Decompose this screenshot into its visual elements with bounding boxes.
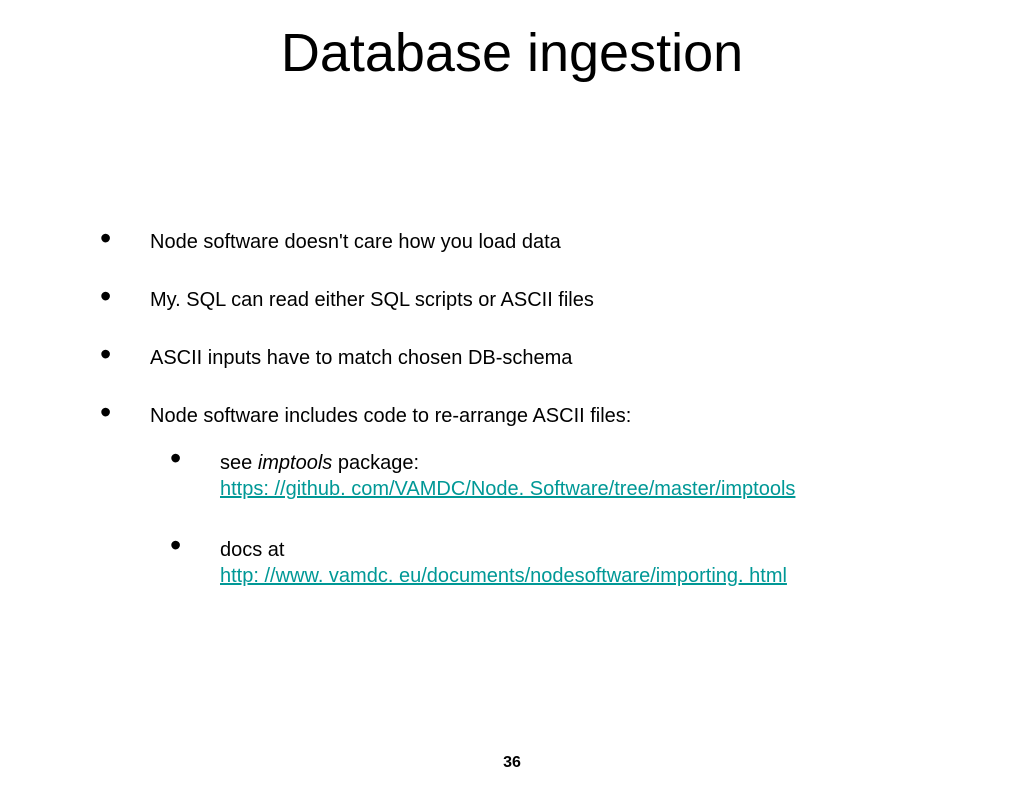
bullet-text: Node software doesn't care how you load …	[150, 227, 561, 255]
slide-title: Database ingestion	[0, 22, 1024, 84]
sub-bullet-item: • see imptools package: https: //github.…	[170, 447, 964, 502]
bullet-icon: •	[100, 343, 150, 364]
bullet-icon: •	[170, 534, 220, 555]
slide-content: • Node software doesn't care how you loa…	[100, 227, 964, 621]
sub-bullet-text: docs at http: //www. vamdc. eu/documents…	[220, 534, 787, 589]
sub-bullet-text: see imptools package: https: //github. c…	[220, 447, 795, 502]
page-number: 36	[0, 754, 1024, 772]
text-fragment: see	[220, 452, 258, 474]
sub-list: • see imptools package: https: //github.…	[170, 447, 964, 589]
bullet-item: • Node software includes code to re-arra…	[100, 401, 964, 429]
bullet-item: • ASCII inputs have to match chosen DB-s…	[100, 343, 964, 371]
text-fragment: package:	[332, 452, 419, 474]
bullet-text: My. SQL can read either SQL scripts or A…	[150, 285, 594, 313]
sub-bullet-item: • docs at http: //www. vamdc. eu/documen…	[170, 534, 964, 589]
text-italic: imptools	[258, 452, 332, 474]
slide: Database ingestion • Node software doesn…	[0, 22, 1024, 790]
bullet-item: • My. SQL can read either SQL scripts or…	[100, 285, 964, 313]
bullet-icon: •	[100, 285, 150, 306]
bullet-item: • Node software doesn't care how you loa…	[100, 227, 964, 255]
bullet-text: ASCII inputs have to match chosen DB-sch…	[150, 343, 572, 371]
link-docs[interactable]: http: //www. vamdc. eu/documents/nodesof…	[220, 565, 787, 587]
link-imptools[interactable]: https: //github. com/VAMDC/Node. Softwar…	[220, 478, 795, 500]
bullet-icon: •	[100, 227, 150, 248]
bullet-icon: •	[170, 447, 220, 468]
bullet-icon: •	[100, 401, 150, 422]
bullet-text: Node software includes code to re-arrang…	[150, 401, 631, 429]
text-fragment: docs at	[220, 539, 284, 561]
